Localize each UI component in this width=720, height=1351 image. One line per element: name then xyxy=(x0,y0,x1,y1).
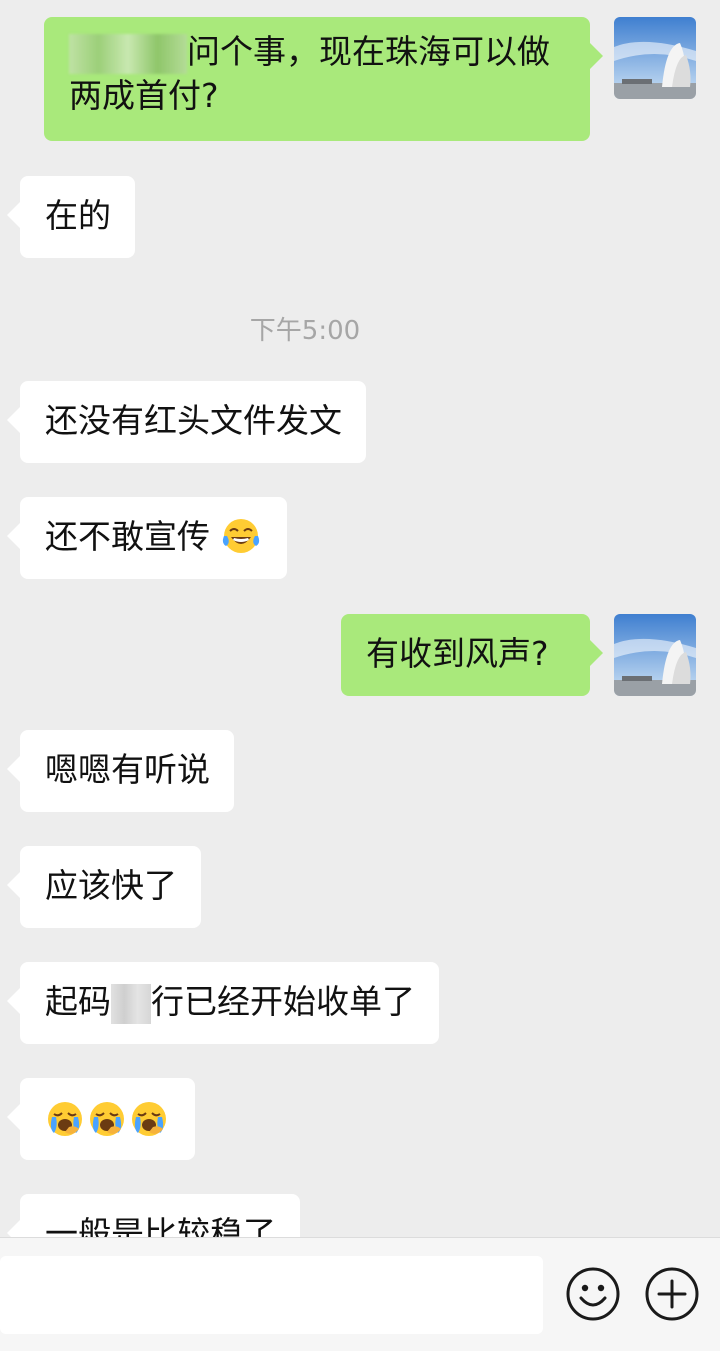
message-bubble-self[interactable]: 有收到风声? xyxy=(341,614,603,696)
chat-area[interactable]: 问个事，现在珠海可以做 两成首付? 在的 下午5:00 还没有红头文件发文 还不… xyxy=(0,0,720,1237)
loudly-crying-icon xyxy=(90,1102,124,1136)
message-text: 一般是比较稳了 xyxy=(45,1214,276,1237)
message-bubble-other[interactable]: 还不敢宣传 xyxy=(7,497,287,579)
redacted-name xyxy=(69,33,187,74)
loudly-crying-icon xyxy=(48,1102,82,1136)
avatar-self[interactable] xyxy=(614,614,696,696)
input-bar xyxy=(0,1237,720,1351)
tears-of-joy-icon xyxy=(222,519,259,553)
emoji-icon[interactable] xyxy=(565,1266,621,1322)
message-bubble-self[interactable]: 问个事，现在珠海可以做 两成首付? xyxy=(44,17,603,141)
redacted-bank-name xyxy=(111,983,151,1024)
avatar-image xyxy=(614,614,696,696)
message-input[interactable] xyxy=(0,1256,543,1334)
message-bubble-other[interactable]: 在的 xyxy=(7,176,135,258)
message-bubble-other[interactable]: 还没有红头文件发文 xyxy=(7,381,366,463)
message-text: 还不敢宣传 xyxy=(45,517,210,556)
plus-icon[interactable] xyxy=(644,1266,700,1322)
message-text: 起码 xyxy=(45,982,111,1021)
message-text: 两成首付? xyxy=(69,76,219,115)
message-text: 应该快了 xyxy=(45,866,177,905)
message-bubble-other[interactable]: 一般是比较稳了 xyxy=(7,1194,300,1237)
message-text: 在的 xyxy=(45,196,111,235)
avatar-image xyxy=(614,17,696,99)
message-text: 行已经开始收单了 xyxy=(151,982,415,1021)
message-bubble-other[interactable] xyxy=(7,1078,195,1160)
message-bubble-other[interactable]: 嗯嗯有听说 xyxy=(7,730,234,812)
message-bubble-other[interactable]: 应该快了 xyxy=(7,846,201,928)
loudly-crying-icon xyxy=(132,1102,166,1136)
message-text: 有收到风声? xyxy=(366,634,549,673)
timestamp: 下午5:00 xyxy=(249,316,361,346)
message-text: 还没有红头文件发文 xyxy=(45,401,342,440)
message-bubble-other[interactable]: 起码 行已经开始收单了 xyxy=(7,962,439,1044)
avatar-self[interactable] xyxy=(614,17,696,99)
message-text: 问个事，现在珠海可以做 xyxy=(187,32,550,71)
message-text: 嗯嗯有听说 xyxy=(45,750,210,789)
